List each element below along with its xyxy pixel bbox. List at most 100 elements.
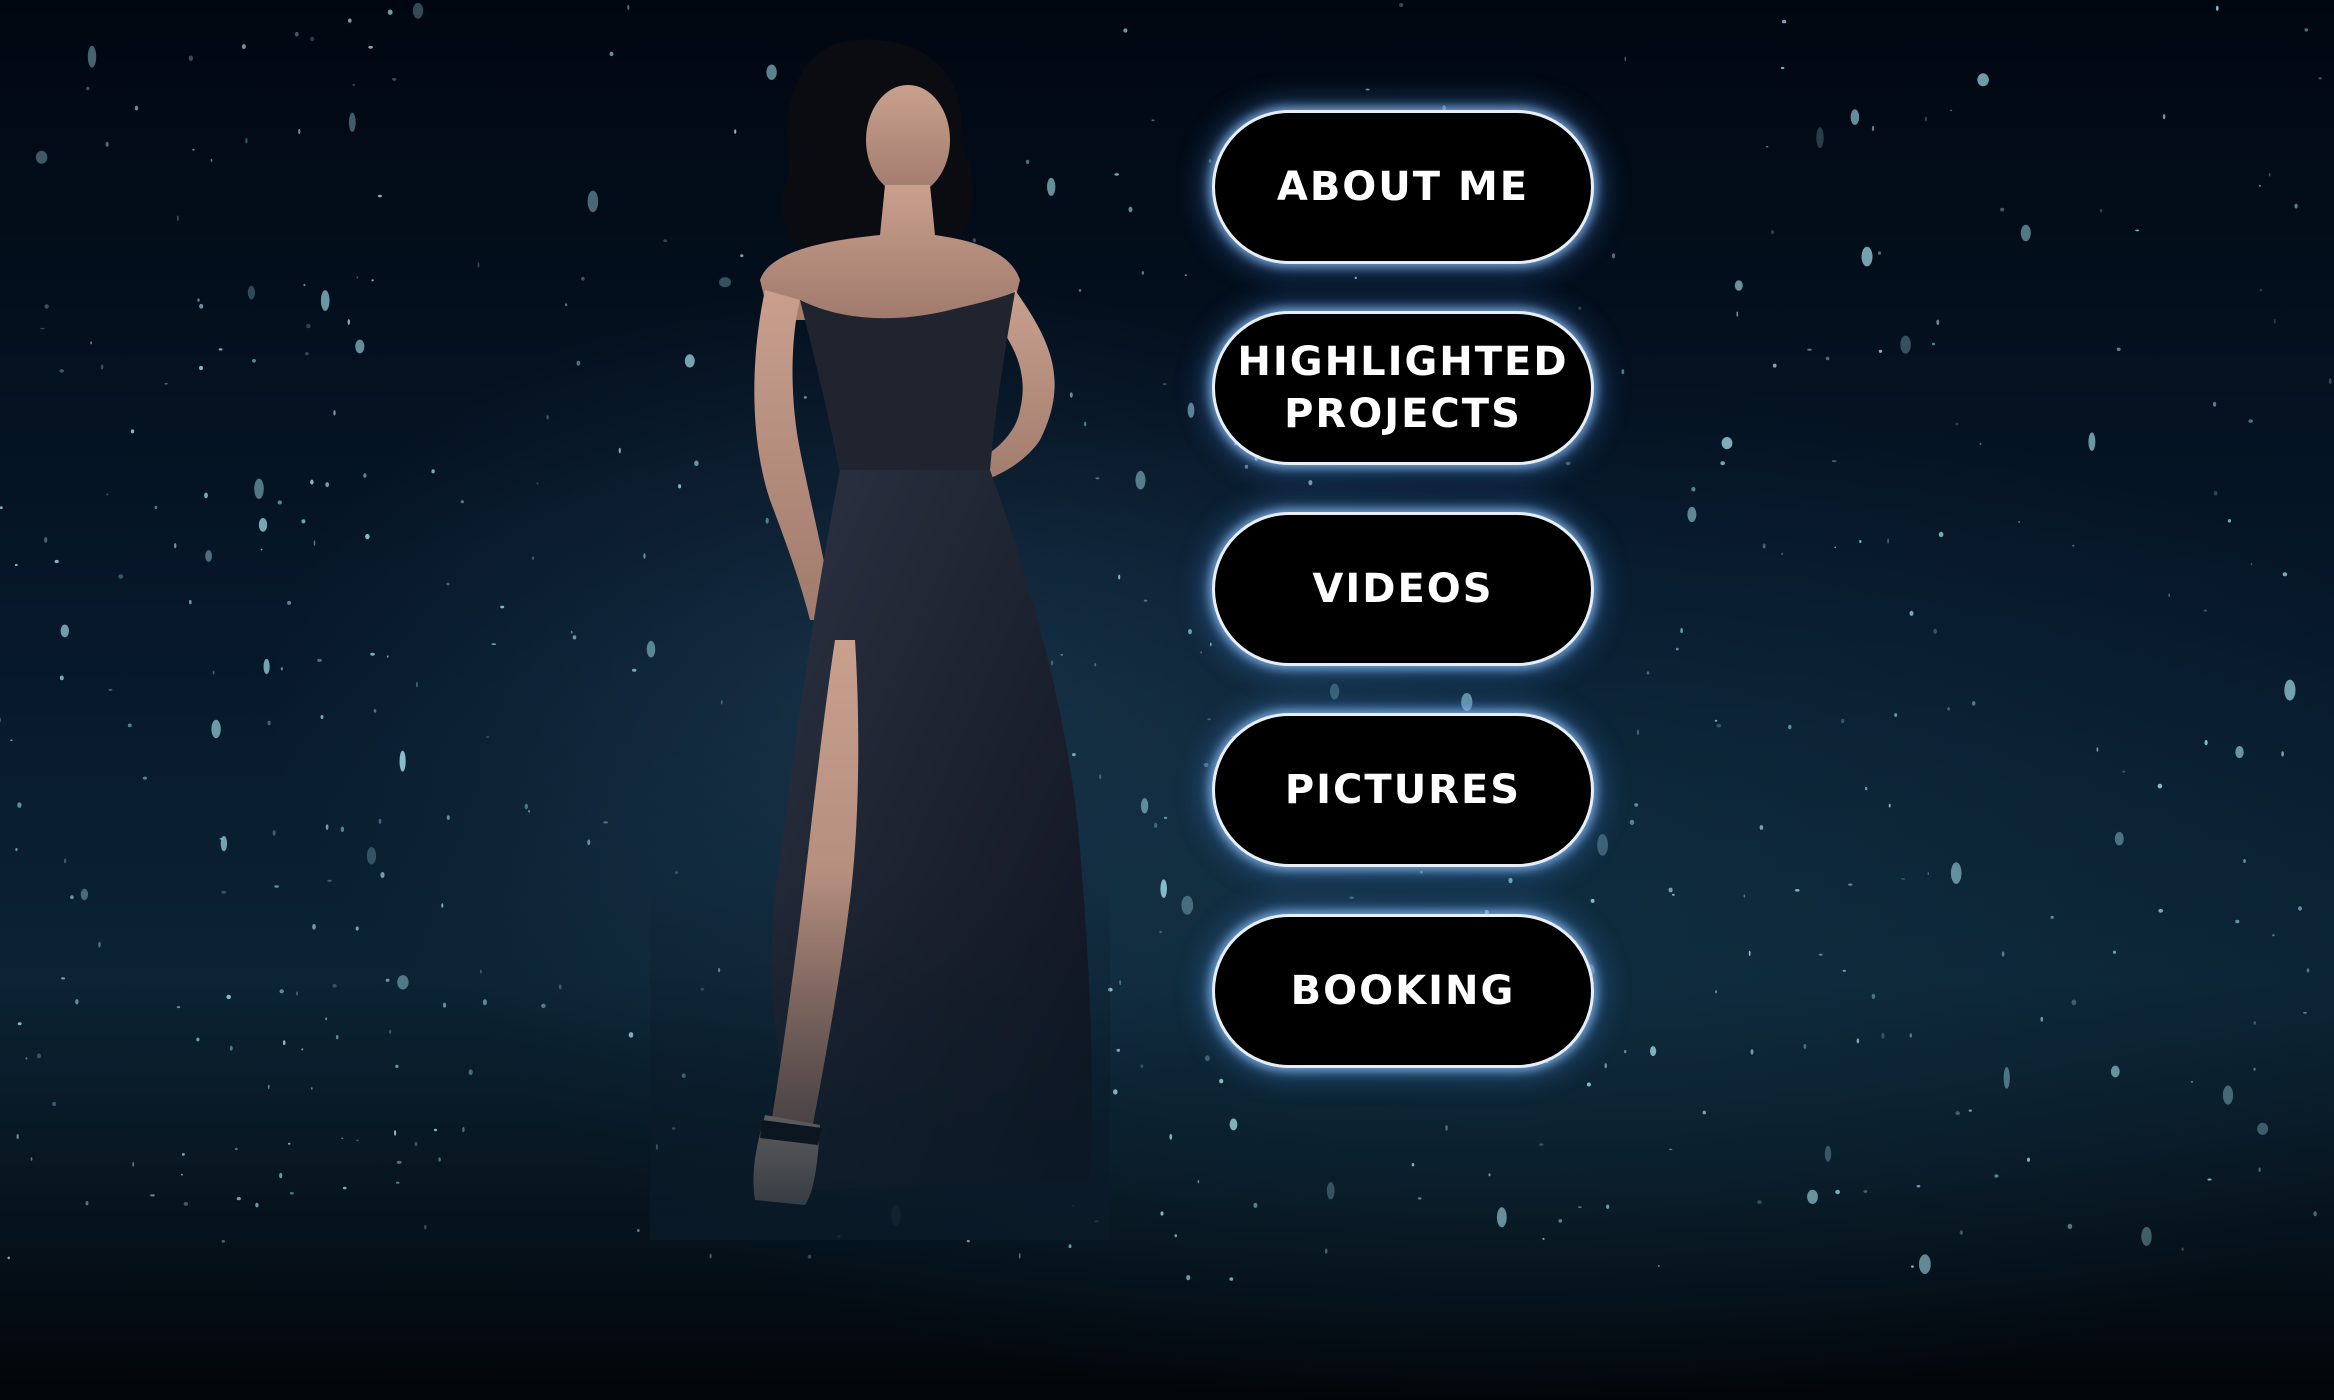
sparkle bbox=[356, 276, 359, 279]
sparkle bbox=[1691, 486, 1696, 492]
sparkle bbox=[572, 635, 577, 640]
sparkle bbox=[2222, 1085, 2234, 1105]
sparkle bbox=[524, 803, 528, 810]
sparkle bbox=[255, 1202, 259, 1208]
button-label-line: PICTURES bbox=[1284, 767, 1522, 813]
projects-button[interactable]: HIGHLIGHTED PROJECTS bbox=[1212, 311, 1594, 465]
sparkle bbox=[325, 1017, 327, 1021]
sparkle bbox=[603, 821, 608, 824]
sparkle bbox=[1324, 1248, 1328, 1254]
sparkle bbox=[1950, 862, 1962, 884]
booking-button[interactable]: BOOKING bbox=[1212, 914, 1594, 1068]
sparkle bbox=[1197, 1179, 1200, 1184]
sparkle bbox=[2248, 419, 2254, 423]
sparkle bbox=[2072, 544, 2075, 547]
sparkle bbox=[631, 668, 637, 672]
sparkle bbox=[263, 658, 270, 675]
starry-background: ABOUT ME HIGHLIGHTED PROJECTS VIDEOS PICTURE… bbox=[0, 0, 2334, 1400]
sparkle bbox=[2213, 490, 2218, 496]
sparkle bbox=[90, 341, 92, 345]
sparkle bbox=[154, 505, 158, 510]
sparkle bbox=[373, 709, 377, 713]
sparkle bbox=[335, 1035, 339, 1040]
sparkle bbox=[1715, 990, 1717, 994]
sparkle bbox=[570, 630, 573, 634]
about-button[interactable]: ABOUT ME bbox=[1212, 110, 1594, 264]
sparkle bbox=[1871, 125, 1875, 132]
sparkle bbox=[414, 1141, 418, 1147]
sparkle bbox=[289, 1191, 294, 1195]
sparkle bbox=[1624, 1050, 1627, 1054]
sparkle bbox=[1445, 1125, 1448, 1131]
sparkle bbox=[59, 369, 64, 373]
sparkle bbox=[1597, 834, 1608, 856]
sparkle bbox=[1788, 724, 1792, 730]
sparkle bbox=[2110, 1065, 2120, 1078]
sparkle bbox=[1900, 335, 1911, 354]
sparkle bbox=[2268, 173, 2271, 177]
sparkle bbox=[1163, 816, 1168, 820]
sparkle bbox=[1955, 1111, 1960, 1115]
sparkle bbox=[229, 1045, 233, 1051]
sparkle bbox=[1931, 342, 1936, 346]
sparkle bbox=[485, 736, 490, 738]
sparkle bbox=[192, 148, 195, 151]
sparkle bbox=[446, 815, 450, 820]
button-label-line: VIDEOS bbox=[1312, 566, 1494, 612]
sparkle bbox=[1672, 893, 1675, 896]
sparkle bbox=[1181, 895, 1194, 915]
sparkle bbox=[1669, 1148, 1673, 1151]
sparkle bbox=[282, 1040, 286, 1046]
sparkle bbox=[2040, 1016, 2044, 1022]
sparkle bbox=[1417, 1197, 1422, 1200]
sparkle bbox=[1824, 1145, 1832, 1162]
sparkle bbox=[1909, 1033, 1913, 1038]
videos-button[interactable]: VIDEOS bbox=[1212, 512, 1594, 666]
sparkle bbox=[460, 500, 464, 504]
sparkle bbox=[2027, 1157, 2030, 1162]
sparkle bbox=[35, 150, 48, 164]
sparkle bbox=[105, 141, 109, 147]
sparkle bbox=[1968, 1109, 1972, 1112]
sparkle bbox=[441, 903, 444, 908]
sparkle bbox=[541, 1003, 546, 1009]
sparkle bbox=[395, 1181, 400, 1184]
sparkle bbox=[2203, 609, 2207, 612]
sparkle bbox=[1878, 349, 1883, 353]
sparkle bbox=[1757, 1200, 1762, 1204]
sparkle bbox=[442, 1002, 447, 1008]
sparkle bbox=[226, 994, 231, 1000]
sparkle bbox=[1159, 930, 1163, 934]
sparkle bbox=[1140, 1064, 1144, 1068]
sparkle bbox=[341, 1137, 344, 1140]
sparkle bbox=[1113, 1089, 1118, 1095]
sparkle bbox=[325, 482, 330, 488]
sparkle bbox=[1748, 950, 1751, 957]
sparkle bbox=[482, 999, 487, 1006]
sparkle bbox=[2227, 519, 2231, 523]
sparkle bbox=[85, 1201, 89, 1206]
sparkle bbox=[2135, 229, 2140, 232]
sparkle bbox=[1636, 729, 1640, 735]
pictures-button[interactable]: PICTURES bbox=[1212, 713, 1594, 867]
sparkle bbox=[1646, 671, 1650, 675]
sparkle bbox=[306, 323, 311, 329]
sparkle bbox=[966, 1239, 970, 1243]
sparkle bbox=[1611, 253, 1616, 259]
sparkle bbox=[1887, 538, 1889, 544]
sparkle bbox=[1781, 19, 1787, 24]
sparkle bbox=[2158, 908, 2164, 913]
sparkle bbox=[1714, 719, 1718, 722]
sparkle bbox=[17, 802, 22, 808]
sparkle bbox=[378, 818, 382, 824]
sparkle bbox=[98, 941, 101, 948]
sparkle bbox=[1068, 1244, 1072, 1249]
sparkle bbox=[1160, 1211, 1164, 1216]
sparkle bbox=[2303, 1011, 2307, 1014]
sparkle bbox=[352, 84, 356, 86]
sparkle bbox=[59, 675, 64, 681]
sparkle bbox=[2001, 951, 2005, 957]
sparkle bbox=[118, 574, 124, 579]
sparkle bbox=[1916, 1185, 1921, 1188]
sparkle bbox=[317, 658, 322, 662]
